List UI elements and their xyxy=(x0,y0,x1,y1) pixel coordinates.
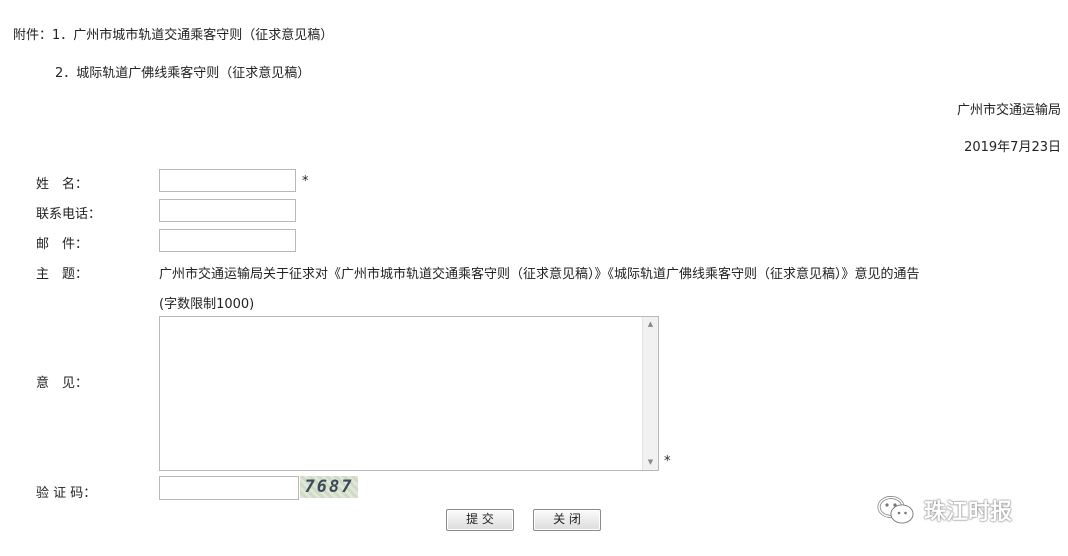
phone-input[interactable] xyxy=(159,199,296,222)
char-limit-note: (字数限制1000) xyxy=(159,297,255,312)
close-button[interactable]: 关 闭 xyxy=(533,509,601,531)
subject-label: 主 题： xyxy=(36,267,89,282)
wechat-icon xyxy=(876,495,916,525)
scroll-up-arrow-icon[interactable]: ▲ xyxy=(643,317,658,332)
watermark-text: 珠江时报 xyxy=(924,500,1013,525)
issue-date: 2019年7月23日 xyxy=(964,140,1061,155)
captcha-input[interactable] xyxy=(159,476,299,500)
email-label: 邮 件： xyxy=(36,237,89,252)
scroll-down-arrow-icon[interactable]: ▼ xyxy=(643,455,658,470)
opinion-textarea[interactable] xyxy=(160,317,642,470)
subject-value: 广州市交通运输局关于征求对《广州市城市轨道交通乘客守则（征求意见稿）》《城际轨道… xyxy=(159,267,920,282)
opinion-textarea-frame: ▲ ▼ xyxy=(159,316,659,471)
name-required-mark: * xyxy=(302,174,309,189)
captcha-image[interactable]: 7687 xyxy=(300,476,358,498)
opinion-label: 意 见： xyxy=(36,376,89,391)
captcha-label: 验 证 码： xyxy=(36,486,97,501)
attachment-line-1: 附件：1．广州市城市轨道交通乘客守则（征求意见稿） xyxy=(13,28,334,43)
issuer-name: 广州市交通运输局 xyxy=(956,103,1061,118)
watermark: 珠江时报 xyxy=(876,492,1012,528)
name-label: 姓 名： xyxy=(36,177,89,192)
phone-label: 联系电话： xyxy=(36,207,102,222)
opinion-scrollbar[interactable]: ▲ ▼ xyxy=(642,317,658,470)
email-input[interactable] xyxy=(159,229,296,252)
submit-button[interactable]: 提 交 xyxy=(446,509,514,531)
opinion-required-mark: * xyxy=(664,454,671,469)
attachment-line-2: 2．城际轨道广佛线乘客守则（征求意见稿） xyxy=(55,66,311,81)
name-input[interactable] xyxy=(159,169,296,192)
